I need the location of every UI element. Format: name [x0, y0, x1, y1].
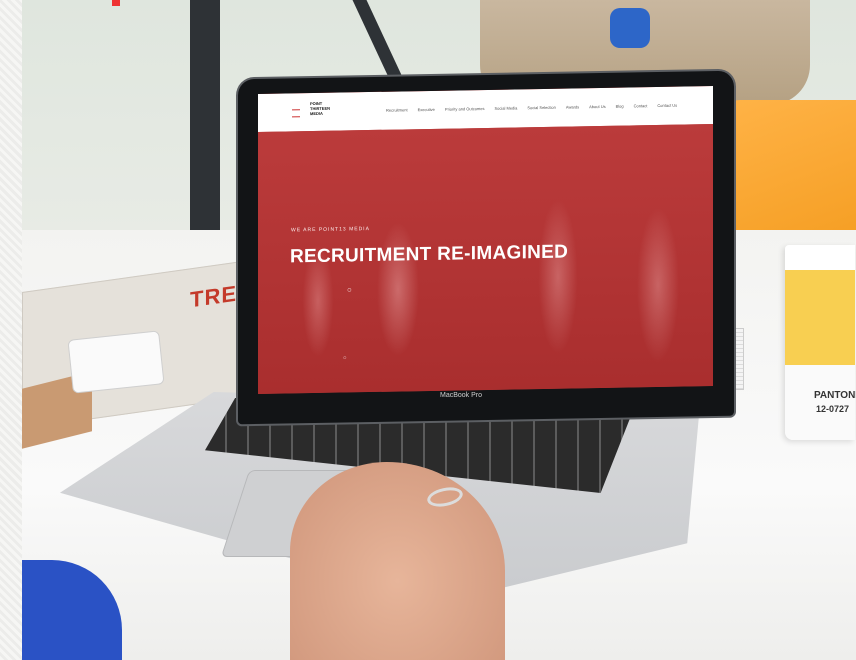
- logo-line: MEDIA: [310, 110, 323, 117]
- macbook-label: MacBook Pro: [440, 392, 483, 399]
- mug-code: 12-0727: [816, 404, 850, 414]
- nav-link[interactable]: Social Selection: [527, 105, 555, 110]
- nav-link[interactable]: Awards: [566, 104, 579, 109]
- nav-links: Recruitment Executive Priority and Outco…: [386, 103, 677, 113]
- scroll-indicator-icon: ○: [343, 355, 347, 362]
- hero-kicker: WE ARE POINT13 MEDIA: [291, 226, 370, 234]
- nav-link[interactable]: Contact Us: [657, 103, 677, 108]
- hero-banner: WE ARE POINT13 MEDIA RECRUITMENT RE-IMAG…: [258, 124, 713, 394]
- nav-link[interactable]: About Us: [589, 104, 605, 109]
- red-tab-marker: [112, 0, 120, 6]
- nav-link[interactable]: Contact: [634, 103, 648, 108]
- window-frame: [352, 0, 402, 75]
- nav-link[interactable]: Recruitment: [386, 107, 408, 112]
- scroll-indicator-icon: ○: [347, 285, 352, 295]
- photo-scene: TREL PANTONE 12-0727 POINT THIRTEEN MEDI…: [0, 0, 856, 660]
- hamburger-menu-icon[interactable]: [292, 109, 300, 118]
- window-frame: [190, 0, 220, 235]
- blue-object: [610, 8, 650, 48]
- hero-title: RECRUITMENT RE-IMAGINED: [290, 241, 569, 268]
- nav-link[interactable]: Blog: [616, 104, 624, 109]
- site-logo[interactable]: POINT THIRTEEN MEDIA: [310, 101, 332, 123]
- phone: [67, 330, 165, 394]
- nav-link[interactable]: Executive: [418, 107, 435, 112]
- nav-link[interactable]: Priority and Outcomes: [445, 106, 485, 112]
- nav-link[interactable]: Social Media: [494, 105, 517, 110]
- textured-border: [0, 0, 22, 660]
- laptop-screen: POINT THIRTEEN MEDIA Recruitment Executi…: [258, 86, 713, 394]
- mug-brand: PANTONE: [814, 390, 856, 401]
